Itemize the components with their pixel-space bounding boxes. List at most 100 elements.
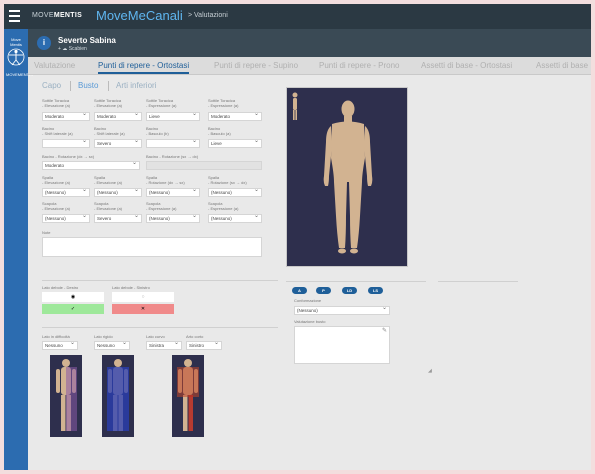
tab-valutazione[interactable]: Valutazione [34, 61, 75, 70]
select-row3-3[interactable]: (Nessuno) [146, 188, 200, 197]
field-label: Bacino - Basculo (b) [146, 126, 169, 136]
field-label: Sottile Toracica - Elevazione (a) [94, 98, 123, 108]
section-divider [42, 327, 278, 328]
section-divider [438, 281, 518, 282]
body-thumbnail-difficolta [50, 355, 82, 437]
field-label: Spalla - Rotazione (dx → sx) [146, 175, 185, 185]
field-label: Scapola - Espressione (a) [208, 201, 239, 211]
field-label: Spalla - Elevazione (a) [42, 175, 71, 185]
view-posterior-button[interactable]: P [316, 287, 331, 294]
select-row4-3[interactable]: (Nessuno) [146, 214, 200, 223]
tab-punti-supino[interactable]: Punti di repere - Supino [214, 61, 298, 70]
subtab-capo[interactable]: Capo [42, 81, 61, 90]
patient-subtitle: + ☁ Scabien [58, 46, 87, 52]
field-label: Sottile Toracica - Espressione (a) [146, 98, 177, 108]
view-lateral-right-button[interactable]: LD [342, 287, 357, 294]
select-row2-4[interactable]: Lieve [208, 139, 262, 148]
vitruvian-icon [7, 48, 25, 66]
field-label: Bacino - Basculo (a) [208, 126, 231, 136]
confirm-green-button[interactable]: ✓ [42, 304, 104, 314]
select-rotation-right[interactable] [146, 161, 262, 170]
select-row1-1[interactable]: Moderato [42, 112, 90, 121]
select-row4-1[interactable]: (Nessuno) [42, 214, 90, 223]
field-label: Sottile Toracica - Espressione (a) [208, 98, 239, 108]
subtab-arti-inferiori[interactable]: Arti inferiori [116, 81, 156, 90]
lato-sinistro-label: Lato debole - Sinistro [112, 285, 150, 290]
edit-icon: ✎ [381, 328, 387, 334]
conformation-label: Conformazione [294, 298, 322, 303]
main-content: Capo Busto Arti inferiori Sottile Toraci… [28, 75, 591, 470]
tab-assetti-base[interactable]: Assetti di base [536, 61, 588, 70]
sidebar-logo[interactable]: Move Mentis MOVEMENTIS [6, 37, 33, 77]
subtab-separator [70, 81, 71, 91]
body-figure-icon [107, 359, 129, 431]
conformation-note-label: Valutazione busto [294, 319, 326, 324]
field-label: Spalla - Elevazione (a) [94, 175, 123, 185]
select-row1-4[interactable]: Moderato [208, 112, 262, 121]
field-label: Spalla - Rotazione (sx → dx) [208, 175, 247, 185]
breadcrumb[interactable]: > Valutazioni [188, 12, 228, 19]
select-row2-1[interactable] [42, 139, 90, 148]
select-row3-4[interactable]: (Nessuno) [208, 188, 262, 197]
top-bar: MOVEMENTIS MoveMeCanali > Valutazioni [4, 4, 591, 29]
arto-corto-label: Arto corto [186, 334, 204, 339]
arto-corto-select[interactable]: Sinistro [186, 341, 222, 350]
view-anterior-button[interactable]: A [292, 287, 307, 294]
body-figure-icon [177, 359, 199, 431]
info-icon[interactable]: i [37, 36, 51, 50]
brand-logo: MOVEMENTIS [32, 12, 83, 19]
select-row4-2[interactable]: Severo [94, 214, 142, 223]
note-label: Note [42, 230, 51, 235]
lato-difficolta-label: Lato in difficoltà [42, 334, 70, 339]
lato-rigido-select[interactable]: Nessuno [94, 341, 130, 350]
subtab-separator [108, 81, 109, 91]
field-label: Scapola - Elevazione (a) [42, 201, 71, 211]
sidebar: Move Mentis MOVEMENTIS [4, 29, 33, 470]
patient-bar: i Severto Sabina + ☁ Scabien [28, 29, 591, 57]
body-thumbnail-rigido [102, 355, 134, 437]
lato-sinistro-radio[interactable]: ○ [112, 292, 174, 302]
select-row3-2[interactable]: (Nessuno) [94, 188, 142, 197]
body-thumbnail-curvo [172, 355, 204, 437]
select-row1-2[interactable]: Moderato [94, 112, 142, 121]
select-rotation-left[interactable]: Moderato [42, 161, 140, 170]
lato-curvo-label: Lato curvo [146, 334, 165, 339]
conformation-select[interactable]: (Nessuno) [294, 306, 390, 315]
select-row2-3[interactable] [146, 139, 200, 148]
lato-destro-radio[interactable]: ◉ [42, 292, 104, 302]
resize-handle-icon[interactable]: ◢ [428, 368, 432, 374]
note-textarea[interactable] [42, 237, 262, 257]
reject-red-button[interactable]: ✕ [112, 304, 174, 314]
select-row4-4[interactable]: (Nessuno) [208, 214, 262, 223]
select-row1-3[interactable]: Lieve [146, 112, 200, 121]
lato-destro-label: Lato debole - Destro [42, 285, 79, 290]
field-label: Bacino - Shift laterale (a) [94, 126, 125, 136]
conformation-textarea[interactable]: ✎ [294, 326, 390, 364]
select-row3-1[interactable]: (Nessuno) [42, 188, 90, 197]
tab-bar: Valutazione Punti di repere - Ortostasi … [28, 57, 591, 75]
select-row2-2[interactable]: Severo [94, 139, 142, 148]
view-lateral-left-button[interactable]: LS [368, 287, 383, 294]
lato-difficolta-select[interactable]: Nessuno [42, 341, 78, 350]
lato-rigido-label: Lato rigido [94, 334, 113, 339]
posture-image-panel [286, 87, 408, 267]
field-label: Scapola - Elevazione (a) [94, 201, 123, 211]
lato-curvo-select[interactable]: Sinistra [146, 341, 182, 350]
field-label: Sottile Toracica - Elevazione (a) [42, 98, 71, 108]
menu-icon[interactable] [9, 10, 20, 25]
app-frame: MOVEMENTIS MoveMeCanali > Valutazioni Mo… [4, 4, 591, 470]
patient-name: Severto Sabina [58, 36, 116, 45]
section-divider [286, 281, 426, 282]
body-figure-icon [56, 359, 77, 431]
field-label: Scapola - Espressione (a) [146, 201, 177, 211]
tab-punti-prono[interactable]: Punti di repere - Prono [319, 61, 400, 70]
posture-thumbnail[interactable] [290, 91, 300, 121]
field-label: Bacino - Shift laterale (a) [42, 126, 73, 136]
body-silhouette-figure [323, 100, 373, 254]
field-label: Bacino - Rotazione (sx → dx) [146, 154, 199, 159]
app-title: MoveMeCanali [96, 8, 183, 23]
tab-punti-ortostasi[interactable]: Punti di repere - Ortostasi [98, 61, 190, 74]
tab-assetti-ortostasi[interactable]: Assetti di base - Ortostasi [421, 61, 512, 70]
field-label: Bacino - Rotazione (dx → sx) [42, 154, 95, 159]
subtab-busto[interactable]: Busto [78, 81, 98, 90]
